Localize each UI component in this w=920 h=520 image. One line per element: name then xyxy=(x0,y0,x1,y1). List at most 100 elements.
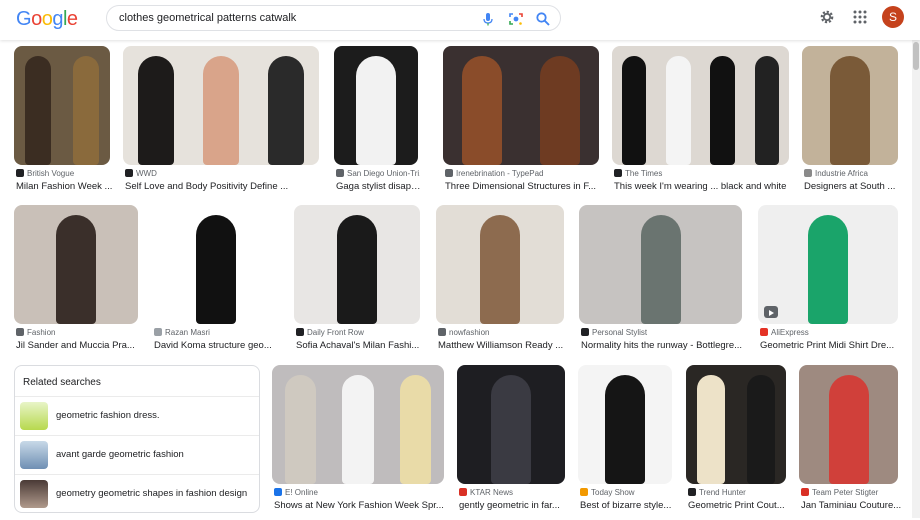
result-thumbnail[interactable] xyxy=(14,46,110,165)
result-caption[interactable]: David Koma structure geo... xyxy=(154,340,285,351)
result-thumbnail[interactable] xyxy=(443,46,599,165)
result-thumbnail[interactable] xyxy=(686,365,786,484)
search-query[interactable]: clothes geometrical patterns catwalk xyxy=(119,12,296,24)
image-result[interactable]: Razan Masri David Koma structure geo... xyxy=(152,205,279,360)
image-result[interactable]: AliExpress Geometric Print Midi Shirt Dre… xyxy=(758,205,898,360)
result-thumbnail[interactable] xyxy=(152,205,279,324)
result-source[interactable]: Personal Stylist xyxy=(581,328,744,337)
result-caption[interactable]: gently geometric in far... xyxy=(459,500,571,511)
result-caption[interactable]: This week I'm wearing ... black and whit… xyxy=(614,181,795,192)
source-name[interactable]: Razan Masri xyxy=(165,328,210,337)
result-source[interactable]: Trend Hunter xyxy=(688,488,788,497)
result-thumbnail[interactable] xyxy=(457,365,565,484)
source-name[interactable]: Irenebrination - TypePad xyxy=(456,169,543,178)
video-play-icon[interactable] xyxy=(764,306,778,318)
result-caption[interactable]: Sofia Achaval's Milan Fashi... xyxy=(296,340,426,351)
related-search-item[interactable]: avant garde geometric fashion xyxy=(15,435,259,473)
result-caption[interactable]: Jan Taminiau Couture... xyxy=(801,500,904,511)
result-thumbnail[interactable] xyxy=(436,205,564,324)
result-source[interactable]: KTAR News xyxy=(459,488,567,497)
source-name[interactable]: Personal Stylist xyxy=(592,328,647,337)
result-source[interactable]: Industrie Africa xyxy=(804,169,900,178)
result-thumbnail[interactable] xyxy=(334,46,418,165)
source-name[interactable]: nowfashion xyxy=(449,328,489,337)
google-logo[interactable]: Google xyxy=(16,8,78,31)
result-source[interactable]: British Vogue xyxy=(16,169,112,178)
source-name[interactable]: Industrie Africa xyxy=(815,169,868,178)
result-caption[interactable]: Self Love and Body Positivity Define ... xyxy=(125,181,325,192)
result-caption[interactable]: Matthew Williamson Ready ... xyxy=(438,340,570,351)
image-result[interactable]: E! Online Shows at New York Fashion Week … xyxy=(272,365,444,520)
source-name[interactable]: Team Peter Stigter xyxy=(812,488,878,497)
source-name[interactable]: The Times xyxy=(625,169,662,178)
result-source[interactable]: WWD xyxy=(125,169,321,178)
microphone-icon[interactable] xyxy=(480,11,496,27)
scrollbar-thumb[interactable] xyxy=(913,42,919,70)
image-result[interactable]: British Vogue Milan Fashion Week ... xyxy=(14,46,112,201)
result-thumbnail[interactable] xyxy=(123,46,319,165)
related-search-label[interactable]: geometry geometric shapes in fashion des… xyxy=(56,488,247,499)
result-caption[interactable]: Three Dimensional Structures in F... xyxy=(445,181,605,192)
result-source[interactable]: Team Peter Stigter xyxy=(801,488,900,497)
result-source[interactable]: Daily Front Row xyxy=(296,328,422,337)
result-caption[interactable]: Best of bizarre style... xyxy=(580,500,678,511)
result-thumbnail[interactable] xyxy=(802,46,898,165)
source-name[interactable]: Today Show xyxy=(591,488,635,497)
image-result[interactable]: Irenebrination - TypePad Three Dimensiona… xyxy=(443,46,599,201)
apps-grid-icon[interactable] xyxy=(853,10,867,24)
account-avatar[interactable]: S xyxy=(882,6,904,28)
result-thumbnail[interactable] xyxy=(799,365,898,484)
result-caption[interactable]: Shows at New York Fashion Week Spr... xyxy=(274,500,450,511)
result-caption[interactable]: Milan Fashion Week ... xyxy=(16,181,116,192)
result-thumbnail[interactable] xyxy=(758,205,898,324)
result-caption[interactable]: Gaga stylist disapp... xyxy=(336,181,424,192)
source-name[interactable]: AliExpress xyxy=(771,328,809,337)
image-result[interactable]: WWD Self Love and Body Positivity Define … xyxy=(123,46,319,201)
result-thumbnail[interactable] xyxy=(612,46,789,165)
result-source[interactable]: The Times xyxy=(614,169,791,178)
image-result[interactable]: The Times This week I'm wearing ... black… xyxy=(612,46,789,201)
image-result[interactable]: Fashion Jil Sander and Muccia Pra... xyxy=(14,205,138,360)
source-name[interactable]: British Vogue xyxy=(27,169,74,178)
result-source[interactable]: AliExpress xyxy=(760,328,900,337)
result-source[interactable]: Irenebrination - TypePad xyxy=(445,169,601,178)
source-name[interactable]: Trend Hunter xyxy=(699,488,746,497)
image-result[interactable]: Daily Front Row Sofia Achaval's Milan Fas… xyxy=(294,205,420,360)
image-result[interactable]: San Diego Union-Tri... Gaga stylist disap… xyxy=(334,46,424,201)
result-thumbnail[interactable] xyxy=(14,205,138,324)
result-thumbnail[interactable] xyxy=(294,205,420,324)
result-source[interactable]: E! Online xyxy=(274,488,446,497)
image-result[interactable]: Team Peter Stigter Jan Taminiau Couture..… xyxy=(799,365,901,520)
result-source[interactable]: Razan Masri xyxy=(154,328,281,337)
image-result[interactable]: Industrie Africa Designers at South ... xyxy=(802,46,898,201)
result-source[interactable]: Fashion xyxy=(16,328,140,337)
source-name[interactable]: Fashion xyxy=(27,328,55,337)
source-name[interactable]: KTAR News xyxy=(470,488,513,497)
related-search-item[interactable]: geometry geometric shapes in fashion des… xyxy=(15,474,259,512)
result-thumbnail[interactable] xyxy=(579,205,742,324)
result-caption[interactable]: Geometric Print Midi Shirt Dre... xyxy=(760,340,904,351)
related-search-item[interactable]: geometric fashion dress. xyxy=(15,396,259,434)
source-name[interactable]: San Diego Union-Tri... xyxy=(347,169,420,178)
result-thumbnail[interactable] xyxy=(272,365,444,484)
result-caption[interactable]: Normality hits the runway - Bottlegre... xyxy=(581,340,748,351)
image-result[interactable]: nowfashion Matthew Williamson Ready ... xyxy=(436,205,564,360)
result-thumbnail[interactable] xyxy=(578,365,672,484)
image-result[interactable]: Trend Hunter Geometric Print Cout... xyxy=(686,365,786,520)
result-caption[interactable]: Jil Sander and Muccia Pra... xyxy=(16,340,144,351)
source-name[interactable]: WWD xyxy=(136,169,157,178)
lens-icon[interactable] xyxy=(508,11,524,27)
result-caption[interactable]: Designers at South ... xyxy=(804,181,904,192)
page-scrollbar[interactable] xyxy=(912,40,920,518)
source-name[interactable]: Daily Front Row xyxy=(307,328,364,337)
source-name[interactable]: E! Online xyxy=(285,488,318,497)
image-result[interactable]: Personal Stylist Normality hits the runwa… xyxy=(579,205,742,360)
related-search-label[interactable]: avant garde geometric fashion xyxy=(56,449,184,460)
settings-gear-icon[interactable] xyxy=(819,9,835,25)
related-search-label[interactable]: geometric fashion dress. xyxy=(56,410,160,421)
result-source[interactable]: nowfashion xyxy=(438,328,566,337)
result-caption[interactable]: Geometric Print Cout... xyxy=(688,500,792,511)
image-result[interactable]: Today Show Best of bizarre style... xyxy=(578,365,672,520)
search-icon[interactable] xyxy=(535,11,551,27)
image-result[interactable]: KTAR News gently geometric in far... xyxy=(457,365,565,520)
